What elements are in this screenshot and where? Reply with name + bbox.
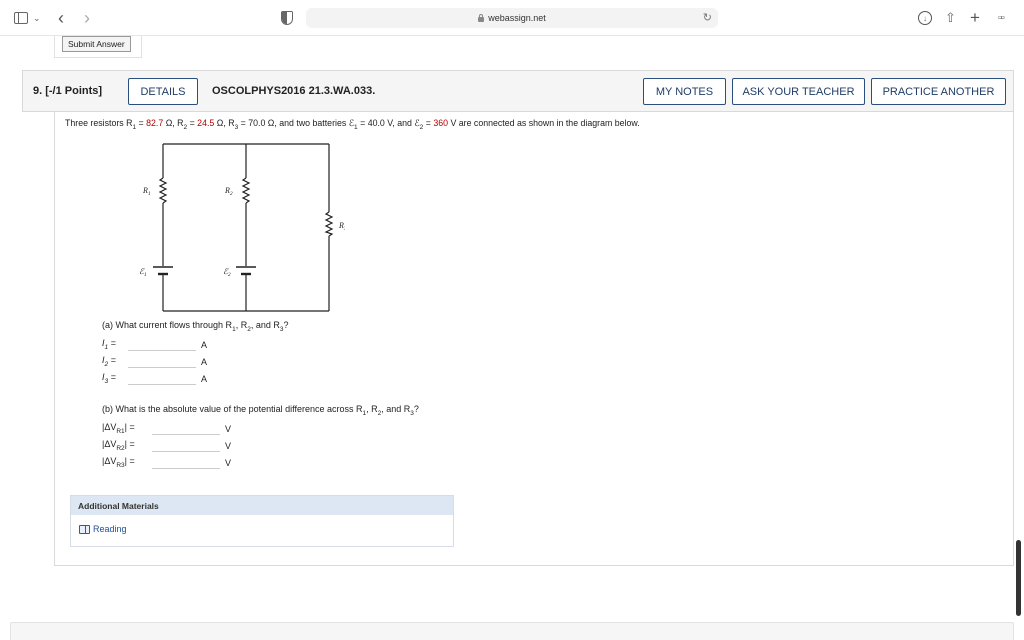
privacy-shield-icon[interactable] — [281, 11, 293, 25]
i1-input[interactable] — [128, 338, 196, 351]
i1-label: I1 = — [102, 338, 116, 351]
dv2-label: |ΔVR2| = — [102, 439, 135, 452]
problem-statement: Three resistors R1 = 82.7 Ω, R2 = 24.5 Ω… — [65, 118, 640, 131]
address-url: webassign.net — [488, 13, 546, 23]
i3-unit: A — [201, 373, 208, 384]
label-r1: R1 — [142, 186, 151, 197]
i2-unit: A — [201, 356, 208, 367]
details-button[interactable]: DETAILS — [128, 78, 198, 105]
part-a-row-1: I1 = A — [102, 338, 207, 351]
share-icon[interactable]: ⇧ — [945, 9, 956, 27]
question-number-points: 9. [-/1 Points] — [33, 85, 103, 97]
label-e2: ℰ2 — [223, 267, 231, 278]
additional-materials-panel: Additional Materials Reading — [70, 495, 454, 547]
label-r3: R3 — [338, 221, 345, 232]
reading-link[interactable]: Reading — [79, 524, 127, 534]
question-body: Three resistors R1 = 82.7 Ω, R2 = 24.5 Ω… — [54, 112, 1014, 566]
question-header: 9. [-/1 Points] DETAILS OSCOLPHYS2016 21… — [22, 70, 1014, 112]
part-b-row-3: |ΔVR3| = V — [102, 456, 231, 469]
i2-label: I2 = — [102, 355, 116, 368]
chevron-down-icon[interactable]: ⌄ — [33, 9, 41, 27]
my-notes-button[interactable]: MY NOTES — [643, 78, 726, 105]
ask-your-teacher-button[interactable]: ASK YOUR TEACHER — [732, 78, 865, 105]
browser-toolbar: ⌄ ‹ › webassign.net ↻ ↓ ⇧ + ▫▫ — [0, 0, 1024, 36]
i3-input[interactable] — [128, 372, 196, 385]
dv1-label: |ΔVR1| = — [102, 422, 135, 435]
e1-value: 40.0 — [367, 118, 385, 128]
address-bar[interactable]: webassign.net ↻ — [306, 8, 718, 28]
new-tab-icon[interactable]: + — [970, 8, 980, 27]
dv1-input[interactable] — [152, 422, 220, 435]
label-e1: ℰ1 — [139, 267, 147, 278]
question-code: OSCOLPHYS2016 21.3.WA.033. — [212, 85, 376, 97]
part-b-row-2: |ΔVR2| = V — [102, 439, 231, 452]
book-icon — [79, 524, 90, 534]
i2-input[interactable] — [128, 355, 196, 368]
i1-unit: A — [201, 339, 208, 350]
next-question-panel — [10, 622, 1014, 640]
label-r2: R2 — [224, 186, 233, 197]
reading-label: Reading — [93, 524, 127, 534]
reload-icon[interactable]: ↻ — [703, 11, 712, 24]
dv3-label: |ΔVR3| = — [102, 456, 135, 469]
r1-value: 82.7 — [146, 118, 164, 128]
practice-another-button[interactable]: PRACTICE ANOTHER — [871, 78, 1006, 105]
dv3-unit: V — [225, 457, 232, 468]
part-b-prompt: (b) What is the absolute value of the po… — [102, 404, 419, 417]
r2-value: 24.5 — [197, 118, 215, 128]
forward-arrow-icon[interactable]: › — [84, 8, 90, 28]
tab-overview-icon[interactable]: ▫▫ — [998, 9, 1005, 27]
part-a-row-2: I2 = A — [102, 355, 207, 368]
circuit-diagram: R1 R2 R3 ℰ1 ℰ2 — [139, 143, 345, 312]
back-arrow-icon[interactable]: ‹ — [58, 8, 64, 28]
dv1-unit: V — [225, 423, 232, 434]
r3-value: 70.0 — [248, 118, 266, 128]
lock-icon — [478, 13, 485, 22]
e2-value: 360 — [433, 118, 448, 128]
dv3-input[interactable] — [152, 456, 220, 469]
additional-materials-heading: Additional Materials — [71, 496, 453, 515]
i3-label: I3 = — [102, 372, 116, 385]
dv2-input[interactable] — [152, 439, 220, 452]
part-a-row-3: I3 = A — [102, 372, 207, 385]
submit-answer-button[interactable]: Submit Answer — [62, 36, 131, 52]
part-b-row-1: |ΔVR1| = V — [102, 422, 231, 435]
download-icon[interactable]: ↓ — [918, 11, 932, 25]
dv2-unit: V — [225, 440, 232, 451]
part-a-prompt: (a) What current flows through R1, R2, a… — [102, 320, 289, 333]
scrollbar-thumb[interactable] — [1016, 540, 1021, 616]
sidebar-toggle-icon[interactable] — [14, 12, 28, 24]
